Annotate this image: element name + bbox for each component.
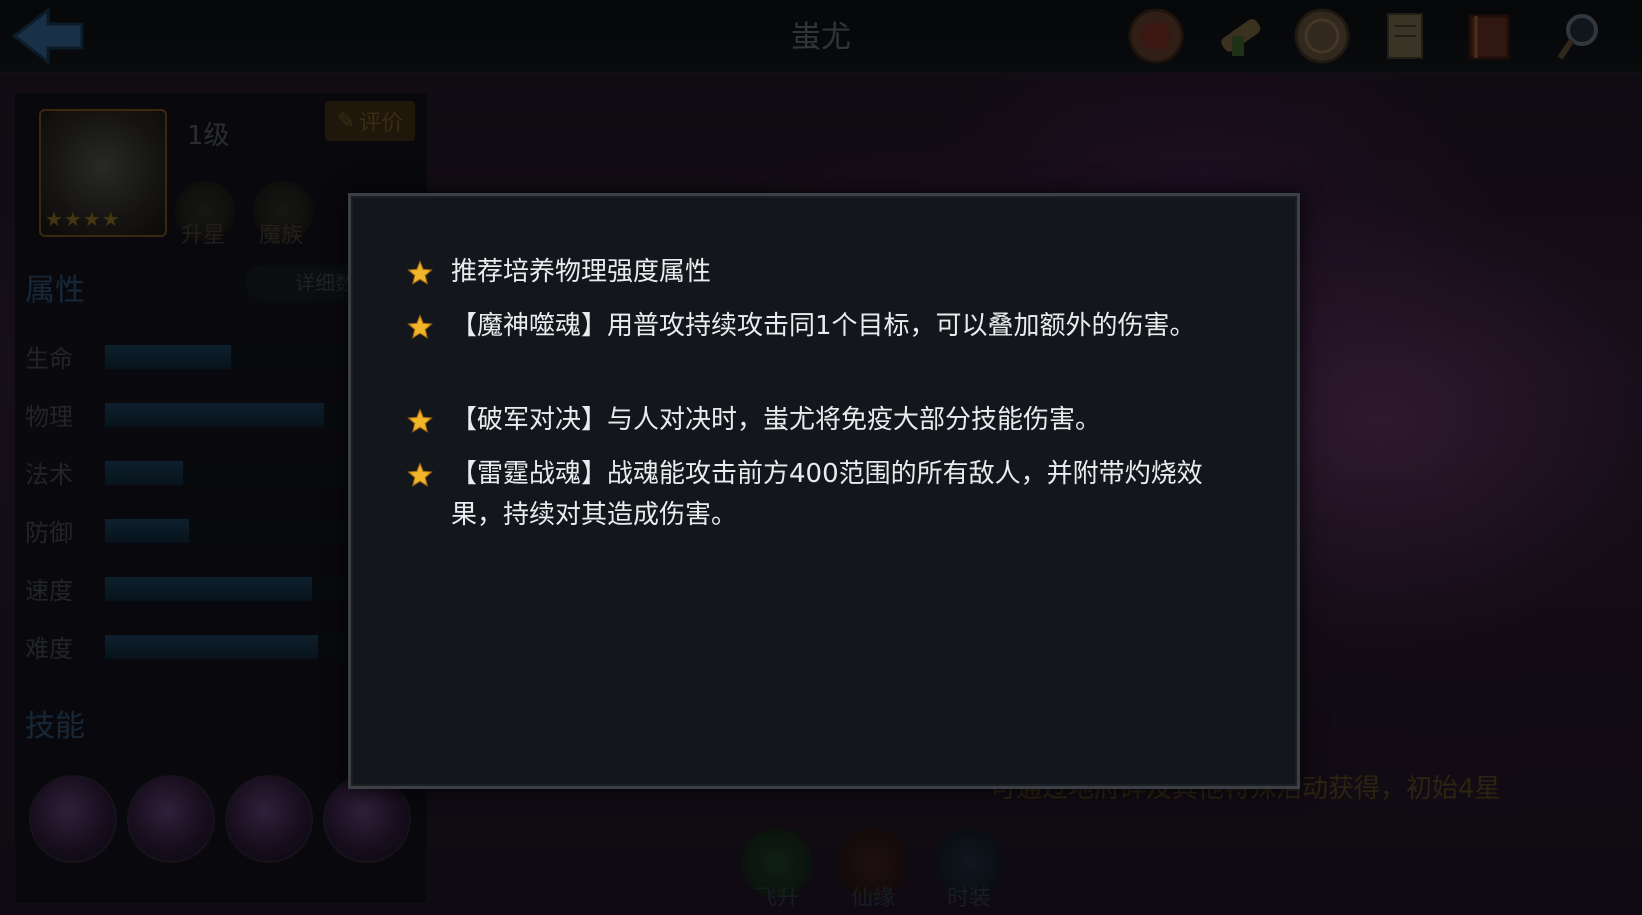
star-icon — [407, 462, 433, 487]
tip-text: 【雷霆战魂】战魂能攻击前方400范围的所有敌人，并附带灼烧效果，持续对其造成伤害… — [451, 459, 1203, 530]
star-icon — [407, 408, 433, 433]
tip-item: 【雷霆战魂】战魂能攻击前方400范围的所有敌人，并附带灼烧效果，持续对其造成伤害… — [407, 454, 1227, 536]
tip-item: 【魔神噬魂】用普攻持续攻击同1个目标，可以叠加额外的伤害。 — [407, 306, 1227, 347]
tip-text: 【破军对决】与人对决时，蚩尤将免疫大部分技能伤害。 — [451, 405, 1102, 435]
tip-text: 推荐培养物理强度属性 — [451, 257, 712, 287]
tip-text: 【魔神噬魂】用普攻持续攻击同1个目标，可以叠加额外的伤害。 — [451, 311, 1196, 341]
star-icon — [407, 260, 433, 285]
recommendation-dialog: 推荐培养物理强度属性 【魔神噬魂】用普攻持续攻击同1个目标，可以叠加额外的伤害。… — [348, 193, 1300, 789]
tip-item: 推荐培养物理强度属性 — [407, 252, 1227, 293]
tip-item: 【破军对决】与人对决时，蚩尤将免疫大部分技能伤害。 — [407, 400, 1227, 441]
star-icon — [407, 314, 433, 339]
